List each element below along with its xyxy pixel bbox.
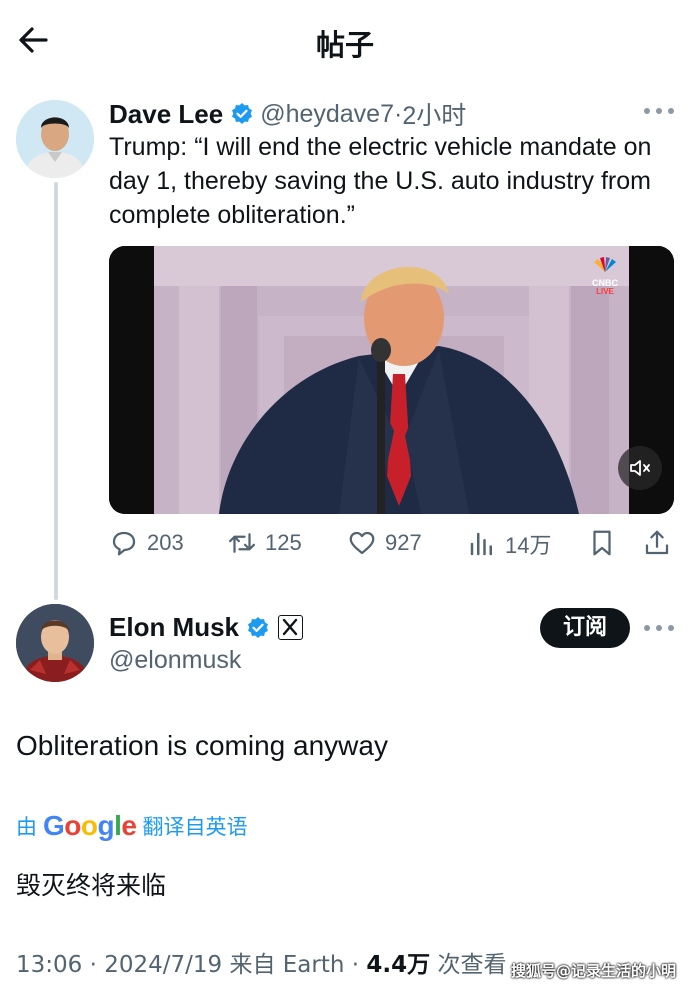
- more-options-button[interactable]: [644, 106, 674, 116]
- video-player[interactable]: CNBC LIVE: [109, 246, 674, 514]
- view-count: 4.4万: [366, 952, 431, 978]
- thread-connector: [54, 182, 58, 600]
- author-name[interactable]: Dave Lee: [109, 99, 223, 130]
- subscribe-button[interactable]: 订阅: [540, 608, 630, 648]
- reply-button[interactable]: 203: [109, 528, 184, 558]
- reply-count: 203: [147, 530, 184, 555]
- verified-badge-icon: [232, 103, 253, 124]
- x-logo-icon: [278, 615, 304, 640]
- author-handle[interactable]: @elonmusk: [109, 646, 241, 675]
- author-row: Dave Lee @heydave7 · 2小时: [109, 96, 466, 132]
- views-button[interactable]: 14万: [467, 528, 551, 560]
- bookmark-icon: [593, 530, 611, 556]
- more-options-button[interactable]: [644, 623, 674, 633]
- avatar[interactable]: [16, 100, 94, 178]
- separator: ·: [394, 99, 403, 128]
- author-row: Elon Musk: [109, 612, 304, 643]
- translated-text: 毁灭终将来临: [16, 871, 167, 900]
- more-icon: [644, 625, 650, 631]
- translation-attribution[interactable]: 由 Google 翻译自英语: [16, 810, 247, 842]
- views-label: 次查看: [430, 952, 507, 978]
- bookmark-button[interactable]: [587, 528, 625, 558]
- cnbc-live-badge: CNBC LIVE: [588, 256, 622, 296]
- translation-prefix: 由: [16, 815, 37, 839]
- views-icon: [470, 532, 492, 556]
- like-count: 927: [385, 530, 422, 555]
- views-count: 14万: [505, 533, 552, 558]
- page-title: 帖子: [315, 28, 374, 62]
- author-name[interactable]: Elon Musk: [109, 612, 239, 643]
- watermark: 搜狐号@记录生活的小明: [510, 962, 676, 980]
- mute-toggle-button[interactable]: [618, 446, 662, 490]
- share-icon: [645, 530, 669, 555]
- verified-badge-icon: [248, 616, 269, 638]
- like-button[interactable]: 927: [347, 528, 422, 558]
- like-icon: [349, 531, 375, 555]
- tweet-text: Obliteration is coming anyway: [16, 730, 388, 761]
- tweet-meta: 13:06 · 2024/7/19 来自 Earth · 4.4万 次查看: [16, 945, 506, 979]
- reply-icon: [112, 531, 136, 556]
- share-button[interactable]: [642, 528, 680, 558]
- retweet-button[interactable]: 125: [227, 528, 302, 558]
- tweet-text: Trump: “I will end the electric vehicle …: [109, 133, 652, 229]
- tweet-actions: 203 125 927 14万: [109, 528, 674, 562]
- tweet-timestamp[interactable]: 13:06 · 2024/7/19 来自 Earth ·: [16, 952, 366, 978]
- author-handle[interactable]: @heydave7: [260, 100, 394, 129]
- mute-icon: [630, 460, 650, 476]
- more-icon: [644, 108, 650, 114]
- top-bar: 帖子: [0, 0, 690, 80]
- retweet-count: 125: [265, 530, 302, 555]
- google-logo: Google: [43, 810, 137, 841]
- translation-suffix: 翻译自英语: [142, 815, 248, 839]
- retweet-icon: [229, 533, 255, 553]
- avatar[interactable]: [16, 604, 94, 682]
- tweet-time[interactable]: 2小时: [402, 96, 466, 132]
